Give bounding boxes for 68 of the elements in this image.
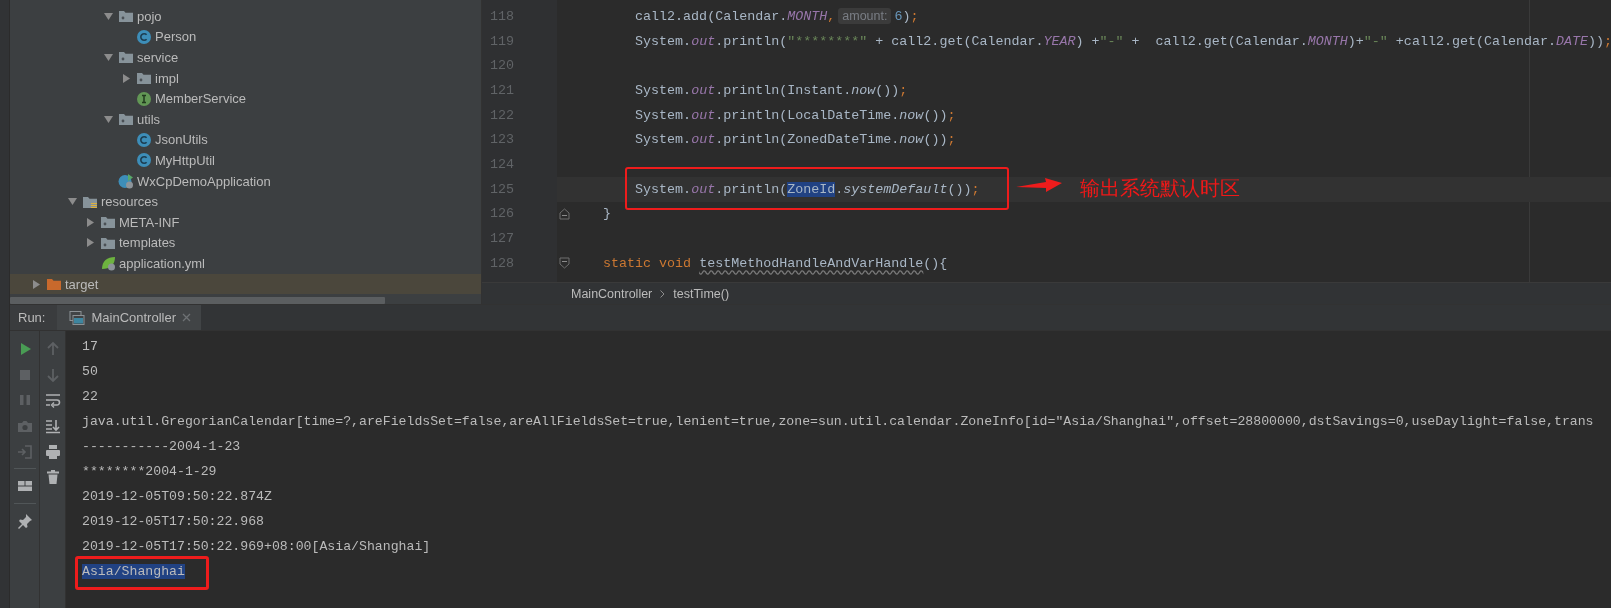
runnable-class-icon <box>118 173 134 190</box>
scroll-to-end-icon[interactable] <box>44 417 61 434</box>
annotation-arrow <box>1016 177 1062 192</box>
fold-icon[interactable] <box>558 257 570 270</box>
tree-item[interactable]: META-INF <box>10 211 481 233</box>
tree-item[interactable]: JsonUtils <box>10 129 481 151</box>
breadcrumb-link[interactable]: testTime() <box>673 286 730 301</box>
console-line: 2019-12-05T17:50:22.968 <box>82 513 265 529</box>
caret-icon[interactable] <box>122 73 131 83</box>
folder-icon <box>118 111 134 128</box>
caret-icon[interactable] <box>86 238 95 248</box>
caret-icon[interactable] <box>104 114 113 124</box>
tree-item[interactable]: WxCpDemoApplication <box>10 170 481 192</box>
console-line: 50 <box>82 363 98 379</box>
folder-icon <box>46 276 62 292</box>
code-line: System.out.println(LocalDateTime.now()); <box>634 107 956 123</box>
chevron-icon <box>660 289 666 298</box>
tree-item[interactable]: templates <box>10 232 481 254</box>
tree-item[interactable]: application.yml <box>10 253 481 274</box>
printer-icon[interactable] <box>44 443 61 460</box>
soft-wrap-icon[interactable] <box>44 392 61 409</box>
close-icon[interactable] <box>182 313 191 322</box>
class-icon <box>136 28 152 45</box>
panel-label: Run: <box>10 305 58 330</box>
code-line: call2.add(Calendar.MONTH, amount: 6); <box>634 8 919 24</box>
code-line: static void testMethodHandleAndVarHandle(){ <box>602 255 948 271</box>
code-line: System.out.println(ZoneId.systemDefault()); <box>634 181 980 197</box>
tree-item[interactable]: resources <box>10 191 481 212</box>
caret-icon[interactable] <box>104 11 113 21</box>
class-icon <box>136 152 152 169</box>
console-line: 17 <box>82 338 98 354</box>
console-line: ********2004-1-29 <box>82 463 217 479</box>
caret-icon[interactable] <box>104 53 113 62</box>
code-line: System.out.println(Instant.now()); <box>634 82 908 98</box>
folder-icon <box>118 49 134 66</box>
trash-icon[interactable] <box>44 469 61 486</box>
tree-item[interactable]: utils <box>10 108 481 130</box>
pin-icon[interactable] <box>16 512 33 529</box>
class-icon <box>136 131 152 148</box>
caret-icon[interactable] <box>86 217 95 227</box>
folder-icon <box>136 70 152 87</box>
tree-item[interactable]: MyHttpUtil <box>10 150 481 171</box>
interface-icon <box>136 90 152 107</box>
leaf-icon <box>100 255 116 272</box>
fold-icon[interactable] <box>558 207 570 220</box>
tree-item[interactable]: Person <box>10 26 481 48</box>
run-tab[interactable]: MainController <box>57 305 201 330</box>
code-line: } <box>602 206 612 222</box>
tree-item[interactable]: pojo <box>10 6 481 27</box>
console-line: 2019-12-05T17:50:22.969+08:00[Asia/Shanghai] <box>82 538 431 554</box>
folder-icon <box>100 214 116 231</box>
breadcrumb-link[interactable]: MainController <box>571 286 653 301</box>
folder-icon <box>118 8 134 25</box>
tree-item[interactable]: MemberService <box>10 88 481 109</box>
tree-item[interactable]: service <box>10 47 481 68</box>
annotation-text: 输出系统默认时区 <box>1080 175 1240 200</box>
code-line: System.out.println(ZonedDateTime.now()); <box>634 132 956 148</box>
caret-icon[interactable] <box>32 279 41 289</box>
console-line: 2019-12-05T09:50:22.874Z <box>82 488 272 504</box>
tree-item[interactable]: target <box>10 273 481 295</box>
console-line: java.util.GregorianCalendar[time=?,areFieldsSet=false,areAllFieldsSet=true,lenient=true,zone=sun.util.calendar.ZoneInfo[id="Asia/Shanghai",offset=28800000,dstSavings=0,useDaylight=false,trans <box>82 413 1594 429</box>
scrollbar-thumb[interactable] <box>10 297 385 304</box>
caret-icon[interactable] <box>68 197 77 207</box>
tree-item[interactable]: impl <box>10 67 481 89</box>
code-line: System.out.println("********" + call2.get(Calendar.YEAR) +"-" + call2.get(Calendar.MONTH)+"-" +call2.get(Calendar.DATE)); <box>634 33 1611 49</box>
console-icon <box>69 309 86 326</box>
console-line: -----------2004-1-23 <box>82 438 241 454</box>
console-line: 22 <box>82 388 98 404</box>
